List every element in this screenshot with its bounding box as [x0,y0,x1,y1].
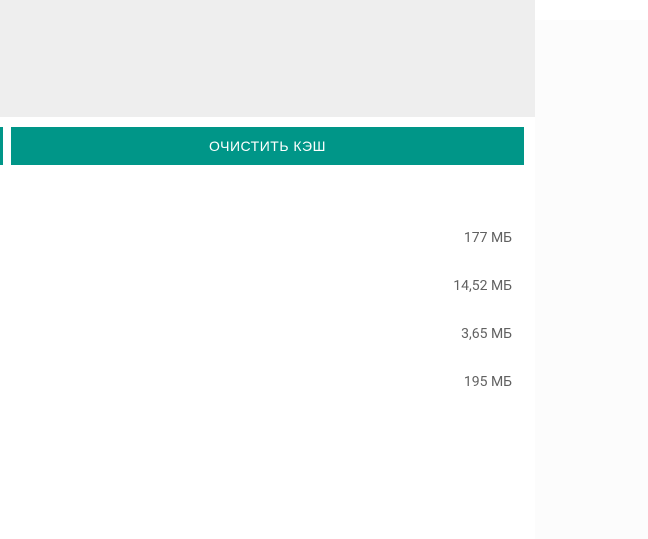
storage-item: 195 МБ [0,358,525,406]
storage-value: 14,52 МБ [453,278,512,294]
button-row: ОЧИСТИТЬ КЭШ [0,127,535,165]
storage-item: 177 МБ [0,214,525,262]
right-panel [535,0,648,539]
storage-value: 195 МБ [464,374,512,390]
right-panel-top [535,0,648,20]
storage-item: 3,65 МБ [0,310,525,358]
main-panel: ОЧИСТИТЬ КЭШ 177 МБ 14,52 МБ 3,65 МБ 195… [0,0,535,539]
partial-button-edge[interactable] [0,127,3,165]
clear-cache-label: ОЧИСТИТЬ КЭШ [209,138,326,154]
storage-value: 177 МБ [464,230,512,246]
clear-cache-button[interactable]: ОЧИСТИТЬ КЭШ [11,127,524,165]
storage-list: 177 МБ 14,52 МБ 3,65 МБ 195 МБ [0,200,525,406]
storage-value: 3,65 МБ [461,326,512,342]
storage-item: 14,52 МБ [0,262,525,310]
